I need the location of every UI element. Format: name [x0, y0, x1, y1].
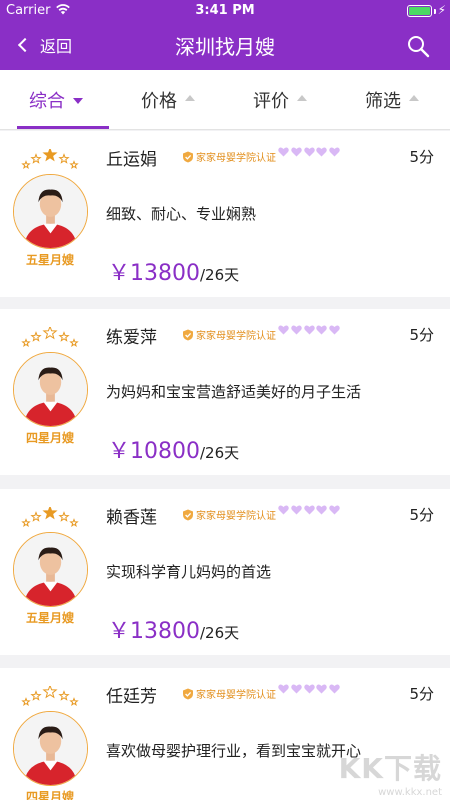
status-time: 3:41 PM [195, 3, 255, 18]
active-tab-indicator [17, 126, 109, 129]
heart-rating [278, 684, 340, 698]
shield-check-icon [183, 688, 193, 699]
nanny-card[interactable]: 五星月嫂 赖香莲 家家母婴学院认证 5分 实现科学育儿妈妈的首选 ￥13800/… [0, 489, 450, 655]
heart-icon [303, 684, 315, 694]
price-value: ￥10800 [108, 439, 200, 464]
nanny-name: 练爱萍 [106, 328, 157, 348]
heart-icon [329, 147, 340, 157]
charging-icon: ⚡ [437, 3, 446, 17]
heart-icon [303, 325, 315, 335]
heart-icon [329, 684, 340, 694]
sort-up-icon [185, 95, 195, 101]
heart-icon [329, 325, 340, 335]
watermark-logo: KK下载 [338, 752, 442, 785]
avatar [13, 711, 88, 786]
nanny-description: 实现科学育儿妈妈的首选 [106, 563, 272, 581]
heart-icon [316, 325, 327, 335]
price-value: ￥13800 [108, 619, 200, 644]
avatar [13, 352, 88, 427]
heart-icon [329, 505, 340, 515]
price-unit: /26天 [200, 266, 240, 284]
heart-icon [303, 147, 315, 157]
heart-icon [291, 325, 302, 335]
sort-down-icon [73, 98, 83, 104]
price-label: ￥13800/26天 [108, 613, 239, 645]
score-label: 5分 [409, 506, 434, 524]
price-unit: /26天 [200, 444, 240, 462]
nanny-name: 赖香莲 [106, 508, 157, 528]
cert-label: 家家母婴学院认证 [196, 511, 276, 522]
star-rating-icon [21, 327, 79, 347]
filter-tab-overall[interactable]: 综合 [0, 70, 112, 130]
cert-label: 家家母婴学院认证 [196, 690, 276, 701]
nanny-description: 为妈妈和宝宝营造舒适美好的月子生活 [106, 383, 362, 401]
price-label: ￥10800/26天 [108, 433, 239, 465]
shield-check-icon [183, 509, 193, 520]
watermark-url: www.kkx.net [378, 787, 442, 798]
level-label: 四星月嫂 [25, 790, 74, 800]
cert-badge: 家家母婴学院认证 [182, 149, 276, 164]
heart-rating [278, 505, 340, 519]
heart-icon [316, 147, 327, 157]
avatar [13, 532, 88, 607]
filter-label: 价格 [141, 91, 177, 112]
nanny-card[interactable]: 五星月嫂 丘运娟 家家母婴学院认证 5分 细致、耐心、专业娴熟 ￥13800/2… [0, 131, 450, 297]
sort-up-icon [297, 95, 307, 101]
watermark: KK下载 www.kkx.net [322, 747, 442, 798]
filter-tab-filter[interactable]: 筛选 [336, 70, 448, 130]
level-label: 五星月嫂 [25, 611, 74, 625]
shield-check-icon [183, 151, 193, 162]
heart-icon [316, 505, 327, 515]
score-label: 5分 [409, 326, 434, 344]
cert-badge: 家家母婴学院认证 [182, 686, 276, 701]
filter-label: 综合 [29, 91, 65, 112]
cert-label: 家家母婴学院认证 [196, 331, 276, 342]
search-icon[interactable] [406, 34, 430, 58]
heart-icon [278, 325, 289, 335]
shield-check-icon [183, 329, 193, 340]
nav-bar: Carrier 3:41 PM ⚡ 返回 深圳找月嫂 [0, 0, 450, 70]
heart-icon [278, 684, 289, 694]
nanny-name: 丘运娟 [106, 150, 157, 170]
filter-tab-price[interactable]: 价格 [112, 70, 224, 130]
star-rating-icon [21, 507, 79, 527]
avatar [13, 174, 88, 249]
cert-badge: 家家母婴学院认证 [182, 507, 276, 522]
heart-rating [278, 147, 340, 161]
price-label: ￥13800/26天 [108, 255, 239, 287]
filter-label: 筛选 [365, 91, 401, 112]
filter-tab-rating[interactable]: 评价 [224, 70, 336, 130]
status-bar: Carrier 3:41 PM ⚡ [0, 0, 450, 22]
heart-icon [291, 505, 302, 515]
heart-icon [278, 505, 289, 515]
score-label: 5分 [409, 685, 434, 703]
level-label: 五星月嫂 [25, 253, 74, 267]
heart-icon [316, 684, 327, 694]
price-value: ￥13800 [108, 261, 200, 286]
filter-label: 评价 [253, 91, 289, 112]
level-label: 四星月嫂 [25, 431, 74, 445]
nanny-description: 细致、耐心、专业娴熟 [106, 205, 257, 223]
nanny-name: 任廷芳 [106, 687, 157, 707]
score-label: 5分 [409, 148, 434, 166]
heart-icon [278, 147, 289, 157]
battery-cap [434, 9, 436, 14]
heart-icon [291, 684, 302, 694]
star-rating-icon [21, 149, 79, 169]
cert-label: 家家母婴学院认证 [196, 153, 276, 164]
heart-rating [278, 325, 340, 339]
battery-icon [407, 5, 432, 17]
price-unit: /26天 [200, 624, 240, 642]
sort-up-icon [409, 95, 419, 101]
filter-bar: 综合 价格 评价 筛选 [0, 70, 450, 130]
cert-badge: 家家母婴学院认证 [182, 327, 276, 342]
page-title: 深圳找月嫂 [175, 35, 275, 59]
heart-icon [291, 147, 302, 157]
star-rating-icon [21, 686, 79, 706]
heart-icon [303, 505, 315, 515]
nanny-card[interactable]: 四星月嫂 练爱萍 家家母婴学院认证 5分 为妈妈和宝宝营造舒适美好的月子生活 ￥… [0, 309, 450, 475]
